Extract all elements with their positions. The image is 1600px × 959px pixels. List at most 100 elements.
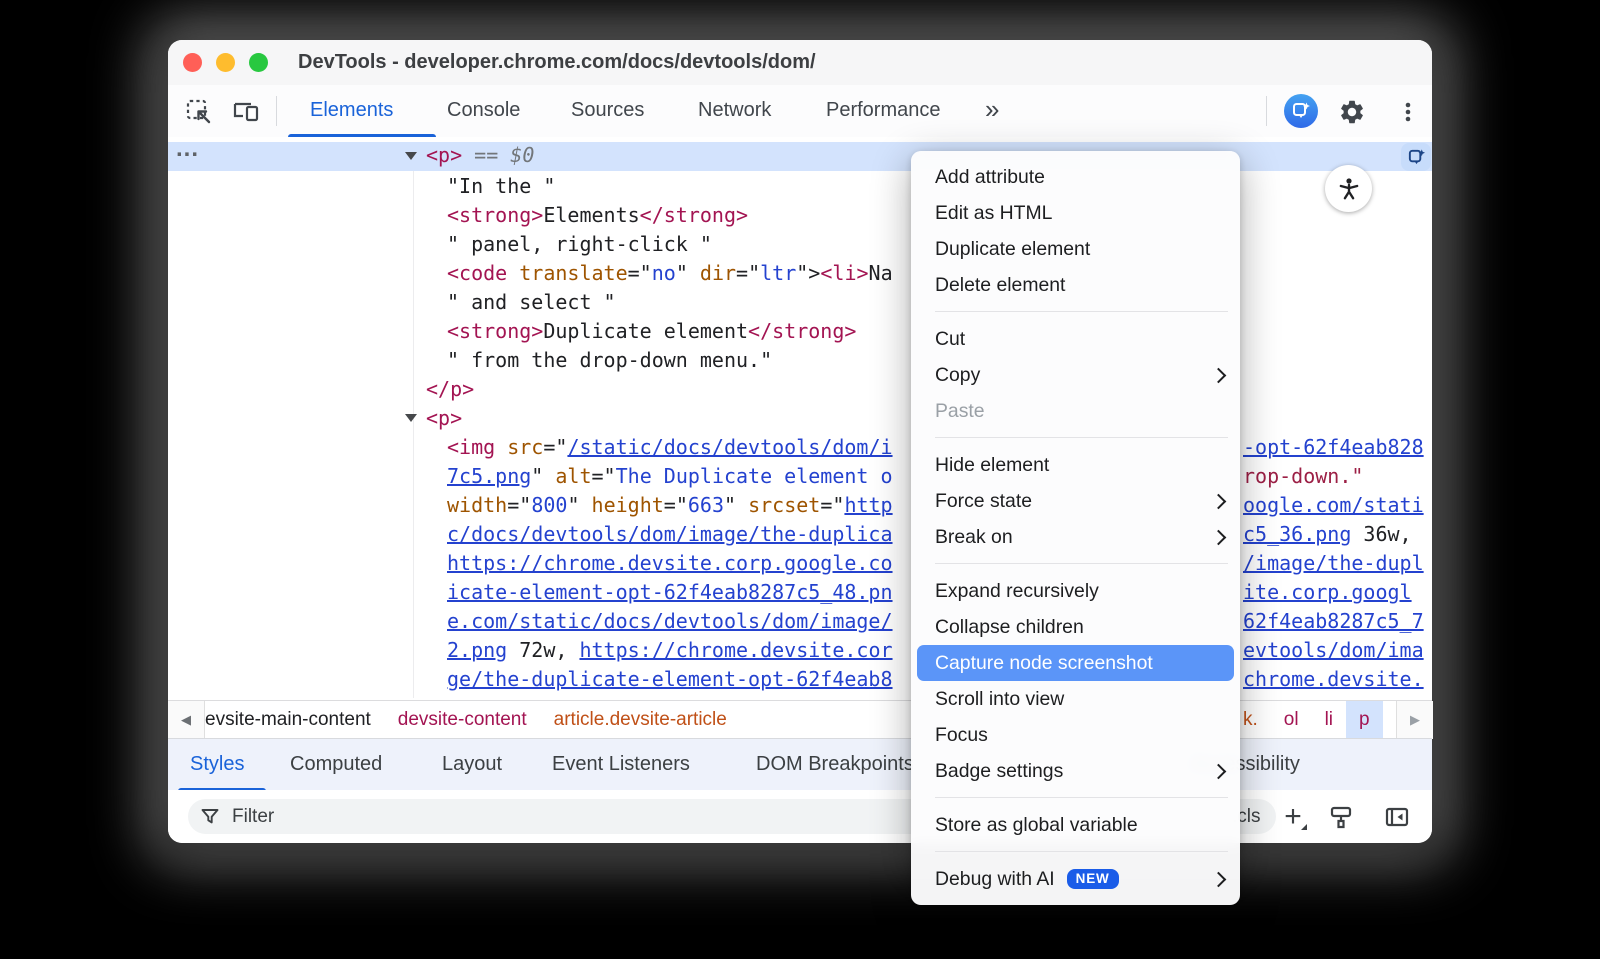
- paint-roller-icon[interactable]: [1324, 800, 1358, 834]
- menu-item-cut[interactable]: Cut: [911, 321, 1240, 357]
- attr-value-link[interactable]: 2.png: [447, 638, 507, 662]
- breadcrumb-forward-icon[interactable]: ▶: [1396, 701, 1433, 739]
- attr-value-link[interactable]: /image/the-dupl: [1243, 551, 1424, 575]
- code-line-text: width="800" height="663" srcset="http: [447, 491, 893, 520]
- attr-value-link[interactable]: 62f4eab8287c5_7: [1243, 609, 1424, 633]
- dom-tree-line[interactable]: c/docs/devtools/dom/image/the-duplica c5_…: [168, 520, 1432, 549]
- attr-value-link[interactable]: icate-element-opt-62f4eab8287c5_48.pn: [447, 580, 893, 604]
- code-token-txt: Elements: [543, 203, 639, 227]
- attr-value-link[interactable]: c5_36.png: [1243, 522, 1351, 546]
- more-panels-icon[interactable]: »: [985, 85, 997, 136]
- attr-value-link[interactable]: https://chrome.devsite.corp.google.co: [447, 551, 893, 575]
- selected-dom-node[interactable]: ... <p> == $0: [168, 142, 1432, 171]
- dom-tree-line[interactable]: ge/the-duplicate-element-opt-62f4eab8 chr…: [168, 665, 1432, 694]
- menu-item-scroll-into-view[interactable]: Scroll into view: [911, 681, 1240, 717]
- dom-tree-line[interactable]: e.com/static/docs/devtools/dom/image/62f…: [168, 607, 1432, 636]
- more-options-icon[interactable]: [1392, 96, 1424, 128]
- dom-tree-line[interactable]: "In the ": [168, 172, 1432, 201]
- styles-tab-styles[interactable]: Styles: [190, 739, 244, 790]
- attr-value-link[interactable]: e.com/static/docs/devtools/dom/image/: [447, 609, 893, 633]
- zoom-window-button[interactable]: [249, 53, 268, 72]
- menu-item-debug-with-ai[interactable]: Debug with AINEW: [911, 861, 1240, 897]
- breadcrumb-item-k[interactable]: k.: [1243, 709, 1258, 731]
- styles-tab-computed[interactable]: Computed: [290, 739, 382, 790]
- settings-gear-icon[interactable]: [1336, 96, 1368, 128]
- menu-item-copy[interactable]: Copy: [911, 357, 1240, 393]
- minimize-window-button[interactable]: [216, 53, 235, 72]
- attr-value-link[interactable]: 7c5.png: [447, 464, 531, 488]
- tab-sources[interactable]: Sources: [571, 85, 644, 136]
- dom-tree-line[interactable]: " panel, right-click ": [168, 230, 1432, 259]
- attr-value-link[interactable]: oogle.com/stati: [1243, 493, 1424, 517]
- breadcrumb-item-p[interactable]: p: [1346, 701, 1383, 739]
- expand-arrow-icon[interactable]: [405, 414, 417, 422]
- code-line-text: ge/the-duplicate-element-opt-62f4eab8: [447, 665, 893, 694]
- overflow-dots[interactable]: ...: [176, 137, 199, 163]
- breadcrumb-item-devsite-content[interactable]: devsite-content: [398, 709, 527, 731]
- dom-tree-line[interactable]: " from the drop-down menu.": [168, 346, 1432, 375]
- attr-value-link[interactable]: c/docs/devtools/dom/image/the-duplica: [447, 522, 893, 546]
- attr-value-link[interactable]: https://chrome.devsite.cor: [579, 638, 892, 662]
- menu-item-duplicate-element[interactable]: Duplicate element: [911, 231, 1240, 267]
- menu-item-focus[interactable]: Focus: [911, 717, 1240, 753]
- styles-tab-event-listeners[interactable]: Event Listeners: [552, 739, 690, 790]
- menu-item-collapse-children[interactable]: Collapse children: [911, 609, 1240, 645]
- attr-value-link[interactable]: http: [844, 493, 892, 517]
- menu-item-delete-element[interactable]: Delete element: [911, 267, 1240, 303]
- tab-network[interactable]: Network: [698, 85, 771, 136]
- menu-item-break-on[interactable]: Break on: [911, 519, 1240, 555]
- attr-value-link[interactable]: ge/the-duplicate-element-opt-62f4eab8: [447, 667, 893, 691]
- inspect-icon[interactable]: [182, 95, 214, 127]
- dom-tree-line[interactable]: " and select ": [168, 288, 1432, 317]
- code-token-attr: width: [447, 493, 507, 517]
- dom-tree-line[interactable]: 2.png 72w, https://chrome.devsite.corevt…: [168, 636, 1432, 665]
- attr-value-link[interactable]: /static/docs/devtools/dom/i: [567, 435, 892, 459]
- inspect-ai-badge-icon[interactable]: [1401, 143, 1431, 171]
- expand-arrow-icon[interactable]: [405, 152, 417, 160]
- dom-tree-line[interactable]: icate-element-opt-62f4eab8287c5_48.pn ite…: [168, 578, 1432, 607]
- accessibility-person-icon[interactable]: [1325, 165, 1372, 212]
- code-line-continuation: c5_36.png 36w,: [1243, 520, 1412, 549]
- attr-value-link[interactable]: ite.corp.googl: [1243, 580, 1412, 604]
- tab-elements[interactable]: Elements: [310, 85, 393, 136]
- dom-tree-line[interactable]: width="800" height="663" srcset="httpoog…: [168, 491, 1432, 520]
- attr-value-link[interactable]: evtools/dom/ima: [1243, 638, 1424, 662]
- menu-item-expand-recursively[interactable]: Expand recursively: [911, 573, 1240, 609]
- tab-console[interactable]: Console: [447, 85, 520, 136]
- dom-tree-line[interactable]: <code translate="no" dir="ltr"><li>Na: [168, 259, 1432, 288]
- device-toolbar-icon[interactable]: [230, 95, 262, 127]
- dom-tree-line[interactable]: </p>: [168, 375, 1432, 404]
- code-token-tag: </strong>: [640, 203, 748, 227]
- ai-assistant-icon[interactable]: [1284, 94, 1318, 128]
- styles-tab-layout[interactable]: Layout: [442, 739, 502, 790]
- attr-value-link[interactable]: -opt-62f4eab828: [1243, 435, 1424, 459]
- menu-item-hide-element[interactable]: Hide element: [911, 447, 1240, 483]
- submenu-chevron-icon: [1211, 367, 1227, 383]
- dom-tree-line[interactable]: <img src="/static/docs/devtools/dom/i-op…: [168, 433, 1432, 462]
- code-token-txt: 36w,: [1351, 522, 1411, 546]
- menu-item-store-as-global-variable[interactable]: Store as global variable: [911, 807, 1240, 843]
- code-token-txt: ": [567, 493, 591, 517]
- attr-value-link[interactable]: chrome.devsite.: [1243, 667, 1424, 691]
- dom-tree-line[interactable]: https://chrome.devsite.corp.google.co/im…: [168, 549, 1432, 578]
- menu-item-force-state[interactable]: Force state: [911, 483, 1240, 519]
- breadcrumb-item-evsite-main-content[interactable]: evsite-main-content: [205, 709, 371, 731]
- toggle-sidebar-icon[interactable]: [1380, 800, 1414, 834]
- dom-tree-line[interactable]: 7c5.png" alt="The Duplicate element orop…: [168, 462, 1432, 491]
- styles-tab-dom-breakpoints[interactable]: DOM Breakpoints: [756, 739, 914, 790]
- menu-item-badge-settings[interactable]: Badge settings: [911, 753, 1240, 789]
- tab-performance[interactable]: Performance: [826, 85, 941, 136]
- new-style-rule-icon[interactable]: +: [1276, 800, 1310, 834]
- dom-tree-line[interactable]: <p>: [168, 404, 1432, 433]
- breadcrumb-item-li[interactable]: li: [1325, 709, 1333, 731]
- menu-item-capture-node-screenshot[interactable]: Capture node screenshot: [917, 645, 1234, 681]
- breadcrumb-item-article-devsite-article[interactable]: article.devsite-article: [554, 709, 727, 731]
- breadcrumb-item-ol[interactable]: ol: [1284, 709, 1299, 731]
- breadcrumb-item-label: p: [1359, 709, 1370, 731]
- menu-item-add-attribute[interactable]: Add attribute: [911, 159, 1240, 195]
- menu-item-edit-as-html[interactable]: Edit as HTML: [911, 195, 1240, 231]
- close-window-button[interactable]: [183, 53, 202, 72]
- dom-tree-line[interactable]: <strong>Elements</strong>: [168, 201, 1432, 230]
- breadcrumb-back-icon[interactable]: ◀: [168, 701, 205, 739]
- dom-tree-line[interactable]: <strong>Duplicate element</strong>: [168, 317, 1432, 346]
